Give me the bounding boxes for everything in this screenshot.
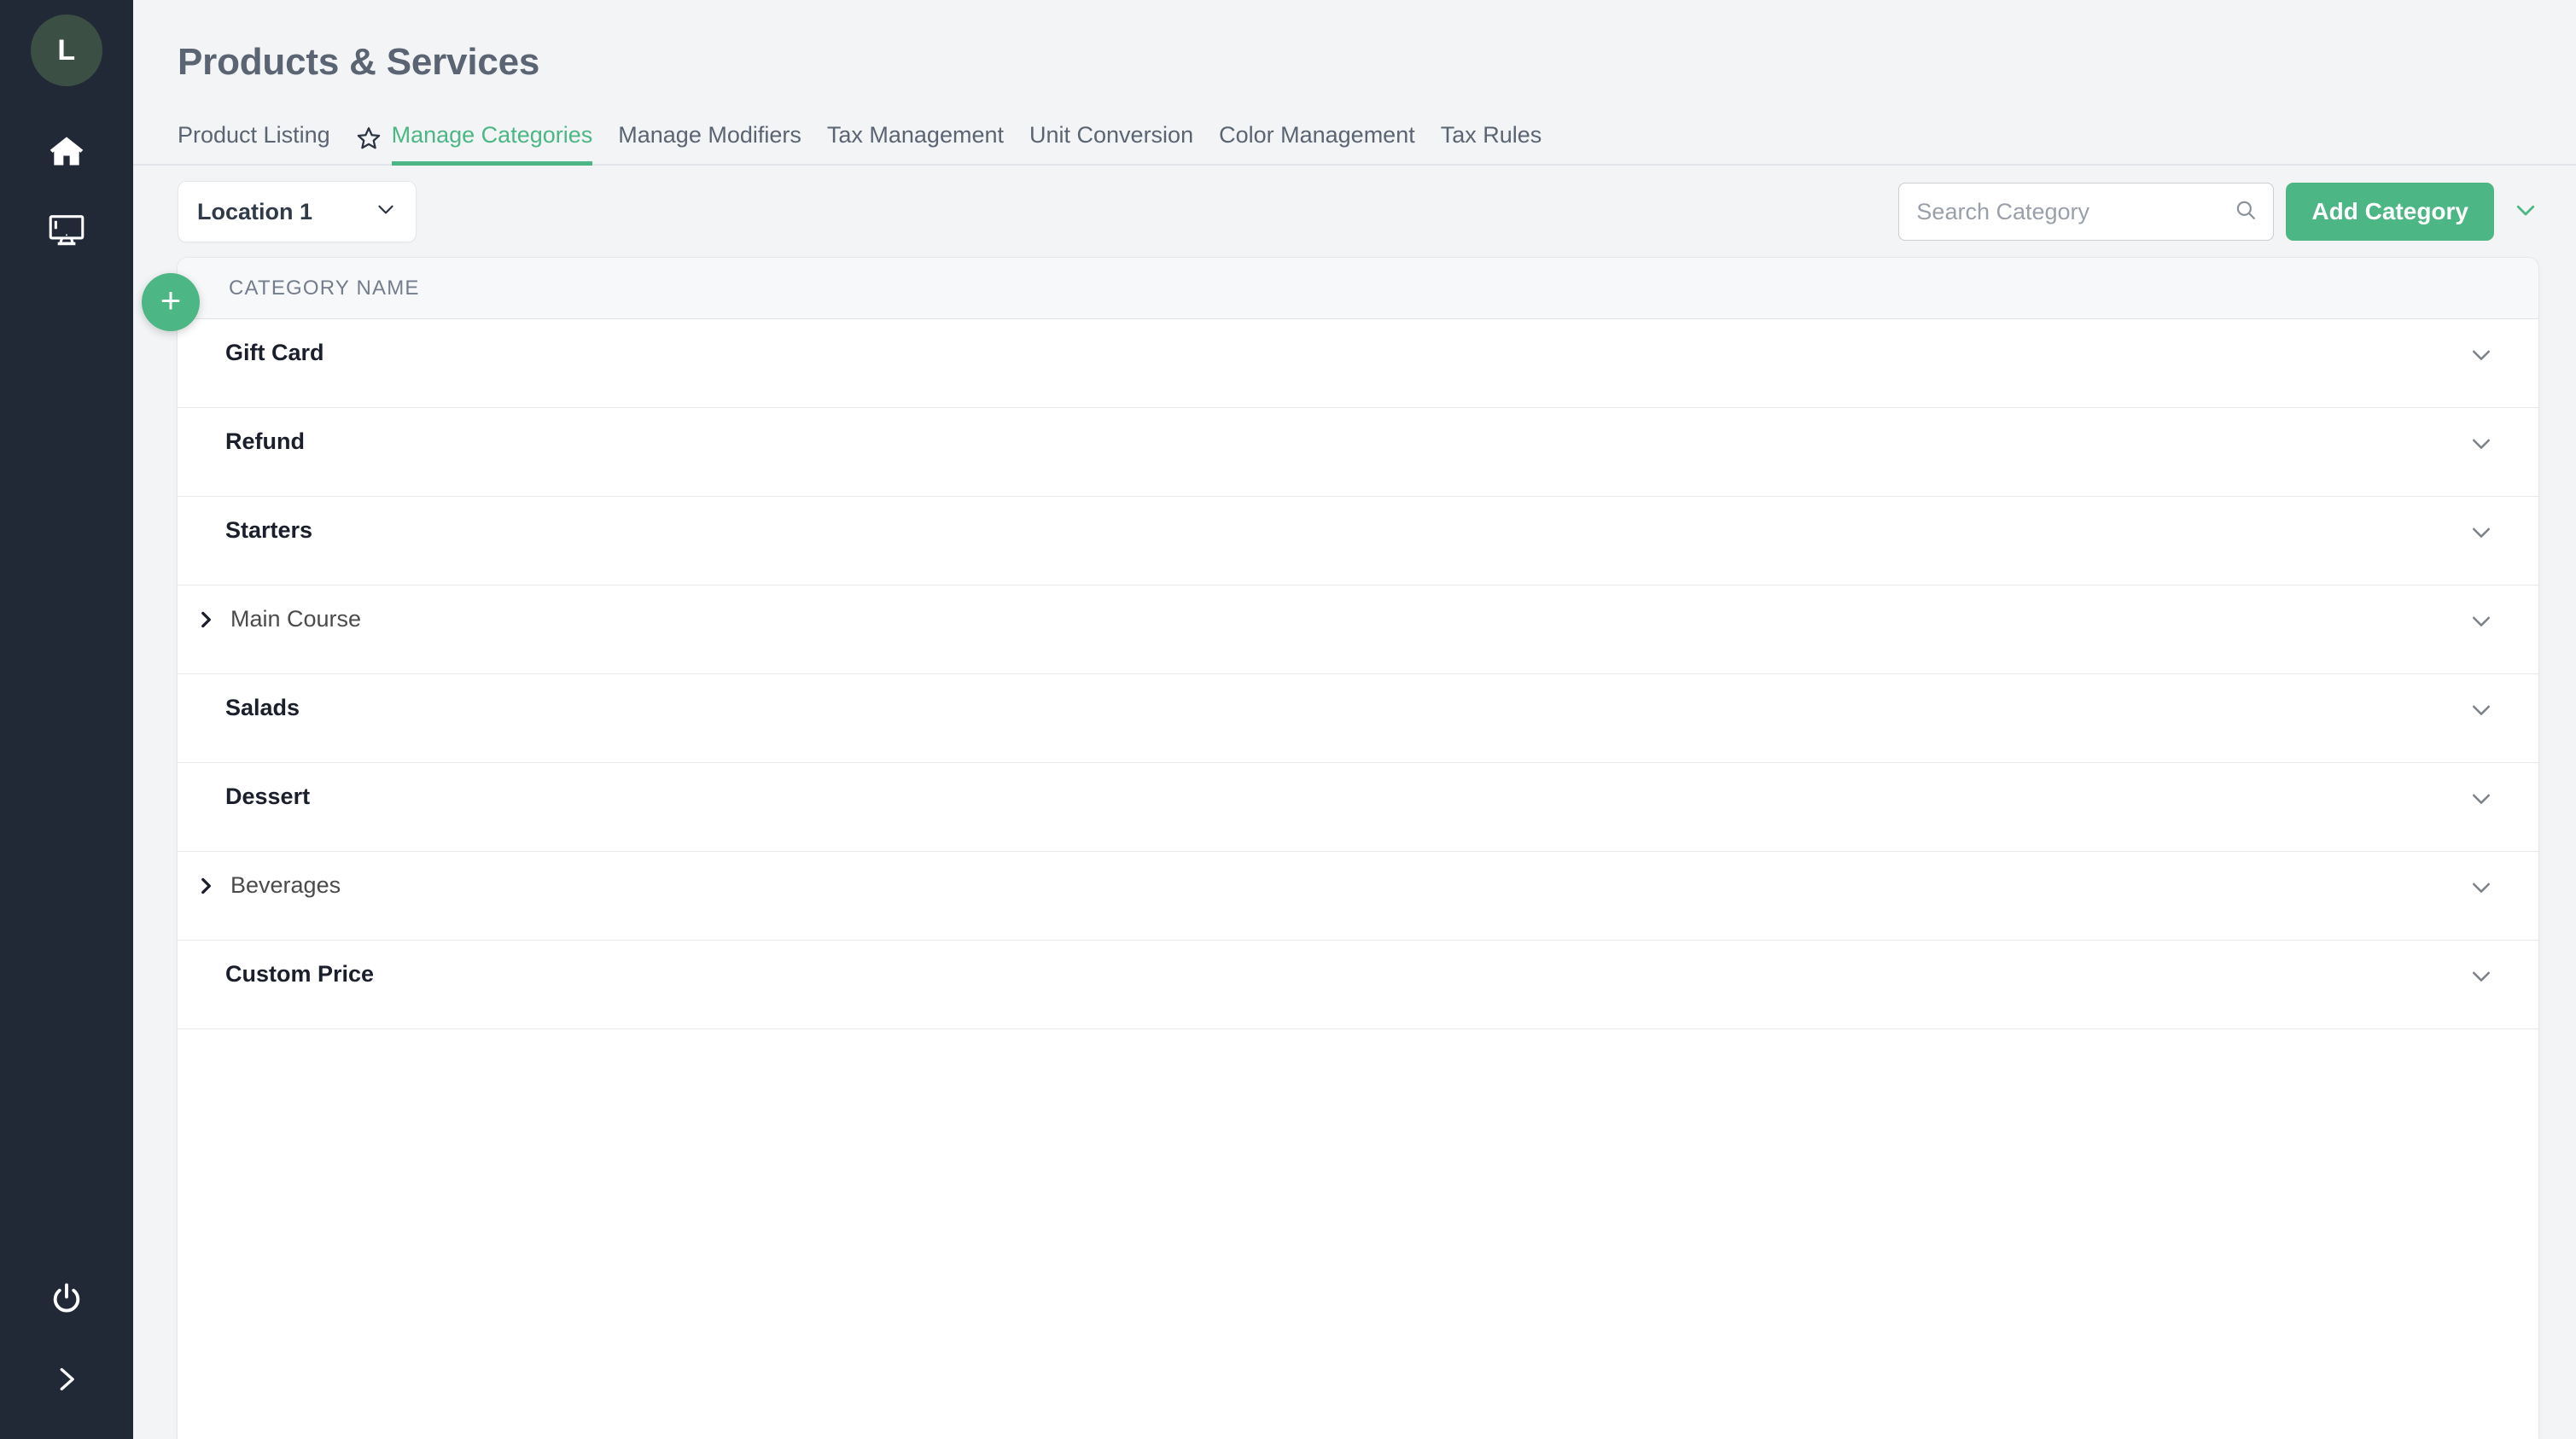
search-icon[interactable] — [2234, 198, 2258, 226]
search-input[interactable] — [1916, 198, 2235, 225]
row-expand-chevron-down-icon[interactable] — [2468, 785, 2494, 811]
table-row-left: Refund — [225, 428, 2501, 455]
table-row-left: Beverages — [201, 872, 2501, 899]
sidebar: L — [0, 0, 133, 1439]
table-row-left: Gift Card — [225, 340, 2501, 366]
table-header: CATEGORY NAME — [178, 258, 2538, 319]
table-row[interactable]: Main Course — [178, 586, 2538, 674]
monitor-icon — [47, 210, 86, 249]
row-expand-chevron-down-icon[interactable] — [2468, 963, 2494, 988]
home-icon — [48, 132, 85, 170]
category-name: Refund — [225, 428, 305, 454]
row-expand-chevron-down-icon[interactable] — [2468, 696, 2494, 722]
expand-sidebar-icon — [52, 1365, 81, 1394]
category-name: Dessert — [225, 784, 311, 809]
main-content: Products & Services Product Listing Mana… — [133, 0, 2576, 1439]
location-select-value: Location 1 — [197, 198, 313, 224]
row-expand-chevron-down-icon[interactable] — [2468, 519, 2494, 545]
tab-color-management[interactable]: Color Management — [1219, 124, 1415, 166]
page-title: Products & Services — [178, 41, 540, 83]
add-category-button[interactable]: Add Category — [2286, 183, 2494, 241]
table-row-left: Dessert — [225, 784, 2501, 810]
avatar[interactable]: L — [31, 15, 102, 86]
subcategory-chevron-right-icon[interactable] — [195, 609, 220, 631]
power-icon — [49, 1281, 85, 1317]
favorite-star-icon[interactable] — [356, 125, 382, 166]
category-name: Main Course — [230, 606, 362, 632]
column-header-category-name: CATEGORY NAME — [229, 276, 420, 300]
table-row-left: Main Course — [201, 606, 2501, 632]
category-name: Salads — [225, 695, 300, 720]
search-category-field[interactable] — [1898, 183, 2275, 241]
table-row-left: Salads — [225, 695, 2501, 721]
row-expand-chevron-down-icon[interactable] — [2468, 874, 2494, 900]
toolbar: Location 1 Add C — [133, 166, 2576, 258]
row-expand-chevron-down-icon[interactable] — [2468, 430, 2494, 456]
tab-manage-categories[interactable]: Manage Categories — [391, 124, 593, 166]
table-row[interactable]: Starters — [178, 497, 2538, 586]
table-row[interactable]: Salads — [178, 674, 2538, 763]
tab-bar: Product Listing Manage Categories Manage… — [133, 109, 2576, 166]
category-name: Beverages — [230, 872, 341, 898]
sidebar-expand-button[interactable] — [0, 1340, 133, 1419]
sidebar-item-display[interactable] — [0, 190, 133, 269]
subcategory-chevron-right-icon[interactable] — [195, 875, 220, 897]
tab-product-listing[interactable]: Product Listing — [178, 124, 330, 166]
sidebar-item-power[interactable] — [0, 1260, 133, 1338]
sidebar-item-home[interactable] — [0, 112, 133, 190]
plus-icon: + — [160, 280, 182, 320]
tab-tax-management[interactable]: Tax Management — [827, 124, 1004, 166]
table-row[interactable]: Dessert — [178, 763, 2538, 852]
table-row-left: Starters — [225, 517, 2501, 544]
row-expand-chevron-down-icon[interactable] — [2468, 608, 2494, 633]
category-name: Custom Price — [225, 961, 375, 987]
category-table-area: + CATEGORY NAME Gift Card Refund Starter… — [133, 258, 2576, 1439]
category-name: Gift Card — [225, 340, 324, 365]
table-row[interactable]: Custom Price — [178, 941, 2538, 1029]
row-expand-chevron-down-icon[interactable] — [2468, 341, 2494, 367]
tab-tax-rules[interactable]: Tax Rules — [1441, 124, 1542, 166]
add-category-dropdown-toggle[interactable] — [2513, 197, 2538, 227]
chevron-down-icon — [375, 198, 397, 226]
table-row-left: Custom Price — [225, 961, 2501, 987]
chevron-down-icon — [2513, 197, 2538, 227]
table-row[interactable]: Beverages — [178, 852, 2538, 941]
location-select[interactable]: Location 1 — [178, 181, 417, 242]
tab-unit-conversion[interactable]: Unit Conversion — [1029, 124, 1193, 166]
app-root: L Products & Services Product Listing Ma… — [0, 0, 2576, 1439]
table-row[interactable]: Gift Card — [178, 319, 2538, 408]
tab-manage-modifiers[interactable]: Manage Modifiers — [618, 124, 801, 166]
category-card: CATEGORY NAME Gift Card Refund Starters … — [178, 258, 2538, 1439]
toolbar-right-group: Add Category — [1898, 183, 2538, 241]
table-row[interactable]: Refund — [178, 408, 2538, 497]
add-category-fab[interactable]: + — [142, 273, 200, 331]
category-name: Starters — [225, 517, 313, 543]
